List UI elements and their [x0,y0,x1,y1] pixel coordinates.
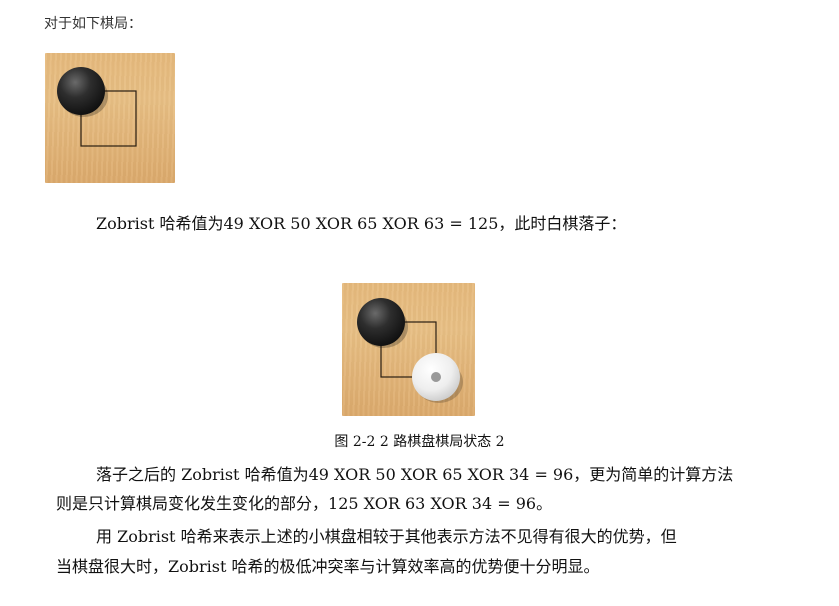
paragraph-2-line-2-prefix: 则是只计算棋局变化发生变化的部分， [56,494,329,513]
paragraph-2-line-1-formula: 49 XOR 50 XOR 65 XOR 34 = 96 [308,465,574,484]
paragraph-1-formula: 49 XOR 50 XOR 65 XOR 63 = 125 [223,214,499,233]
paragraph-1: Zobrist 哈希值为49 XOR 50 XOR 65 XOR 63 = 12… [96,214,626,234]
black-stone [57,67,105,115]
paragraph-2-line-2-suffix: 。 [536,494,553,513]
paragraph-1-suffix: ，此时白棋落子： [498,214,627,233]
figure-caption: 图 2-2 2 路棋盘棋局状态 2 [334,434,505,450]
intro-text: 对于如下棋局： [44,16,142,32]
paragraph-2-line-1-prefix: 落子之后的 Zobrist 哈希值为 [96,465,309,484]
black-stone [357,298,405,346]
go-board-2 [342,283,475,416]
paragraph-3-line-1: 用 Zobrist 哈希来表示上述的小棋盘相较于其他表示方法不见得有很大的优势，… [96,527,677,546]
paragraph-2-line-1: 落子之后的 Zobrist 哈希值为49 XOR 50 XOR 65 XOR 3… [96,465,733,485]
last-move-marker [431,372,441,382]
paragraph-2-line-1-suffix: ，更为简单的计算方法 [573,465,734,484]
paragraph-2-line-2: 则是只计算棋局变化发生变化的部分，125 XOR 63 XOR 34 = 96。 [56,494,552,514]
paragraph-2-line-2-formula: 125 XOR 63 XOR 34 = 96 [328,494,537,513]
go-board-1 [45,53,175,183]
paragraph-3-line-2: 当棋盘很大时，Zobrist 哈希的极低冲突率与计算效率高的优势便十分明显。 [56,557,600,576]
go-board-2-drawing [357,298,463,403]
go-board-1-drawing [57,67,137,147]
paragraph-1-prefix: Zobrist 哈希值为 [96,214,224,233]
